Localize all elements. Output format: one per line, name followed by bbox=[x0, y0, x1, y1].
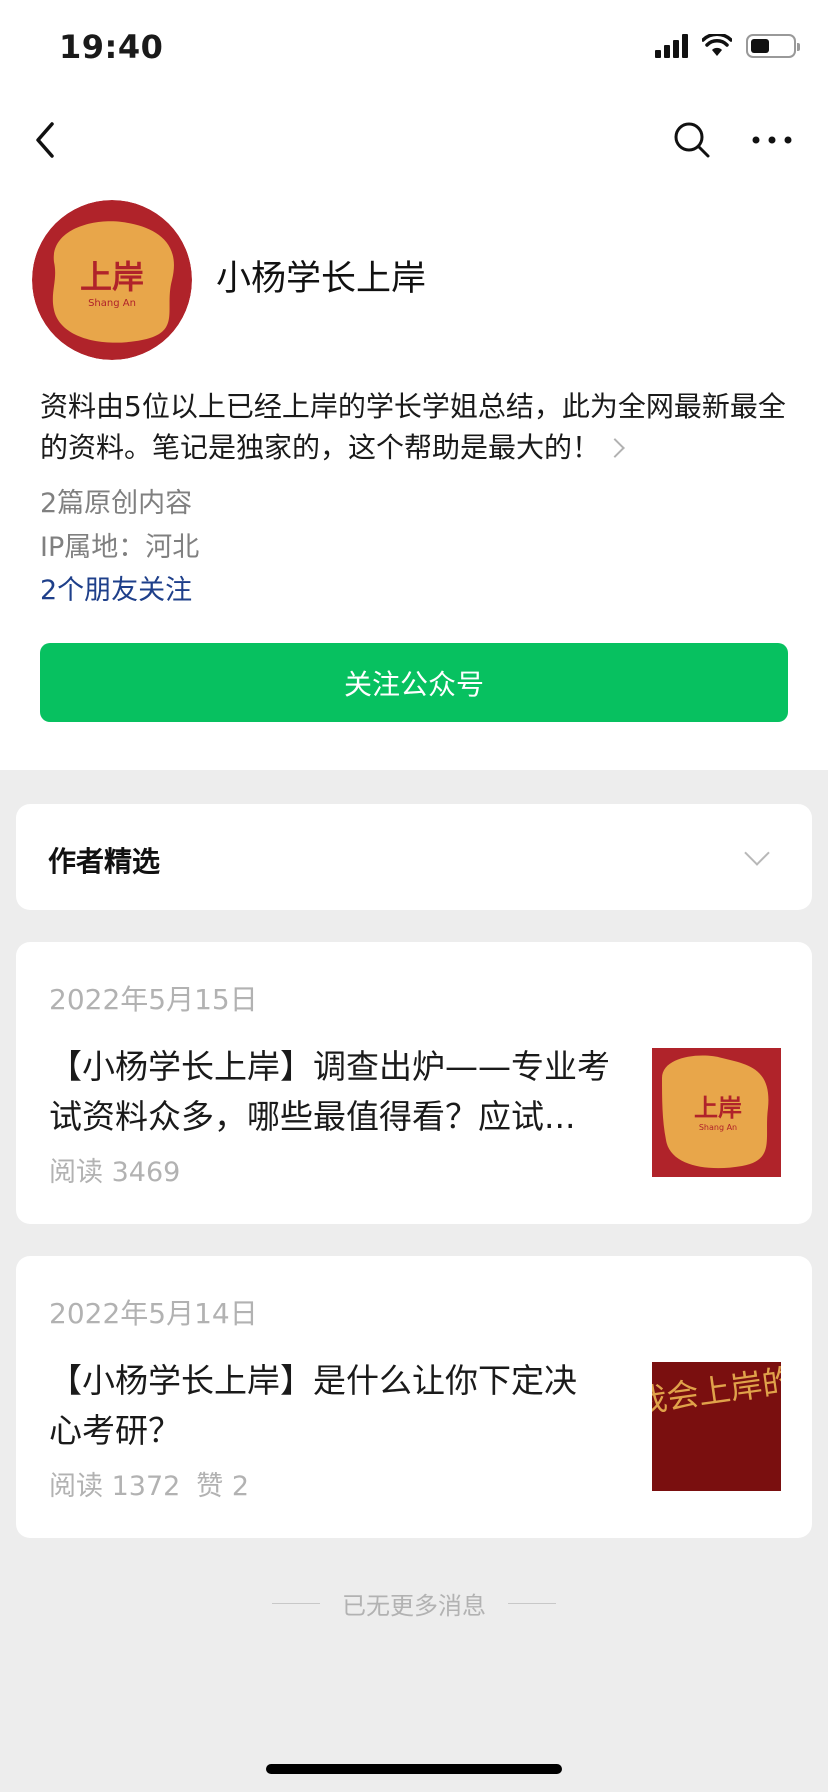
article-read-count: 阅读 1372 bbox=[49, 1471, 181, 1502]
home-indicator[interactable] bbox=[266, 1764, 562, 1774]
article-date: 2022年5月15日 bbox=[49, 983, 258, 1016]
avatar-logo-subtext: Shang An bbox=[88, 298, 136, 309]
article-stats: 阅读 3469 bbox=[49, 1150, 196, 1189]
article-stats: 阅读 1372 赞 2 bbox=[49, 1464, 265, 1503]
article-date: 2022年5月14日 bbox=[49, 1297, 258, 1330]
thumbnail-logo-text: 上岸 bbox=[694, 1094, 742, 1122]
chevron-down-icon[interactable] bbox=[744, 840, 770, 866]
cellular-signal-icon bbox=[655, 34, 688, 58]
featured-section[interactable]: 作者精选 bbox=[16, 804, 812, 910]
wifi-icon bbox=[702, 34, 732, 56]
thumbnail-logo-subtext: Shang An bbox=[699, 1123, 737, 1132]
follow-button[interactable]: 关注公众号 bbox=[40, 643, 788, 722]
article-title[interactable]: 【小杨学长上岸】是什么让你下定决心考研？ bbox=[49, 1356, 609, 1456]
original-count: 2篇原创内容 bbox=[40, 488, 193, 519]
article-card[interactable]: 2022年5月14日 【小杨学长上岸】是什么让你下定决心考研？ 阅读 1372 赞… bbox=[16, 1256, 812, 1538]
divider bbox=[272, 1603, 320, 1604]
featured-title: 作者精选 bbox=[48, 845, 161, 878]
account-description-text: 资料由5位以上已经上岸的学长学姐总结，此为全网最新最全的资料。笔记是独家的，这个… bbox=[40, 390, 786, 464]
article-title[interactable]: 【小杨学长上岸】调查出炉——专业考试资料众多，哪些最值得看？应试... bbox=[49, 1042, 639, 1142]
article-thumbnail[interactable]: 上岸 Shang An bbox=[652, 1048, 781, 1177]
article-card[interactable]: 2022年5月15日 【小杨学长上岸】调查出炉——专业考试资料众多，哪些最值得看… bbox=[16, 942, 812, 1224]
more-dots-icon[interactable] bbox=[748, 118, 796, 162]
battery-icon bbox=[746, 34, 800, 58]
account-name: 小杨学长上岸 bbox=[216, 259, 427, 299]
avatar-logo-text: 上岸 bbox=[80, 258, 144, 296]
account-description[interactable]: 资料由5位以上已经上岸的学长学姐总结，此为全网最新最全的资料。笔记是独家的，这个… bbox=[40, 386, 790, 468]
end-of-list-text: 已无更多消息 bbox=[342, 1592, 486, 1620]
ip-location: IP属地：河北 bbox=[40, 532, 200, 563]
article-read-count: 阅读 3469 bbox=[49, 1157, 181, 1188]
end-of-list: 已无更多消息 bbox=[0, 1586, 828, 1621]
status-time: 19:40 bbox=[59, 28, 164, 66]
status-icons bbox=[655, 34, 800, 58]
article-like-count: 赞 2 bbox=[196, 1471, 250, 1502]
back-chevron-icon[interactable] bbox=[28, 118, 64, 162]
divider bbox=[508, 1603, 556, 1604]
chevron-right-icon bbox=[605, 438, 625, 458]
article-thumbnail[interactable]: 我会上岸的 bbox=[652, 1362, 781, 1491]
account-avatar[interactable]: 上岸 Shang An bbox=[32, 200, 192, 360]
search-icon[interactable] bbox=[670, 118, 714, 162]
friends-following-link[interactable]: 2个朋友关注 bbox=[40, 568, 192, 607]
